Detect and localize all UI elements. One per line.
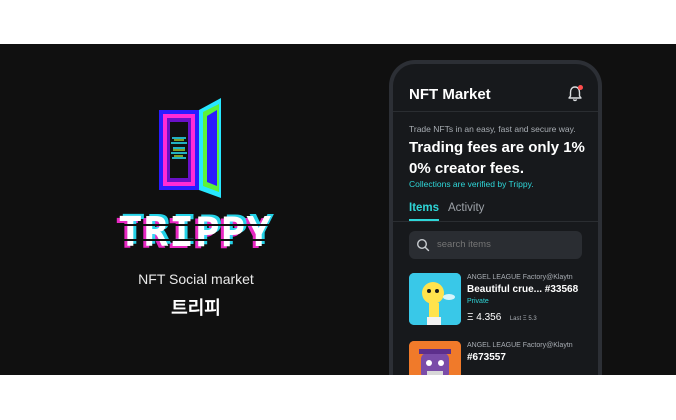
search-bar[interactable] [409,231,582,259]
list-item[interactable]: ANGEL LEAGUE Factory@Klaytn #673557 [409,341,589,375]
fees-headline: Trading fees are only 1% 0% creator fees… [409,139,585,177]
search-input[interactable] [437,239,577,250]
status-badge: Private [467,298,489,305]
promo-banner: TRIPPY TRIPPY TRIPPY NFT Social market 트… [0,44,676,375]
trippy-wordmark: TRIPPY TRIPPY TRIPPY [84,208,306,256]
tab-items[interactable]: Items [409,202,440,221]
phone-mockup: NFT Market Trade NFTs in an easy, fast a… [389,60,602,375]
app-screen: NFT Market Trade NFTs in an easy, fast a… [393,64,598,375]
collection-name: ANGEL LEAGUE Factory@Klaytn [467,342,573,349]
search-icon [416,238,430,252]
nft-thumbnail [409,341,461,375]
last-sale-price: Last Ξ 5.3 [509,316,537,322]
collection-name: ANGEL LEAGUE Factory@Klaytn [467,274,573,281]
korean-brand-name: 트리피 [171,298,221,319]
notification-dot [578,85,583,90]
verified-note: Collections are verified by Trippy. [409,179,534,189]
nft-price: Ξ 4.356 [467,312,502,323]
tab-bar: Items Activity [393,200,598,222]
nft-thumbnail [409,273,461,325]
trippy-logo-icon [159,98,221,198]
wordmark-text: TRIPPY [117,208,273,256]
page-title: NFT Market [409,86,491,103]
nft-name: #673557 [467,352,506,363]
nft-name: Beautiful crue... #33568 [467,284,579,295]
list-item[interactable]: ANGEL LEAGUE Factory@Klaytn Beautiful cr… [409,273,589,325]
tagline: NFT Social market [138,271,254,287]
app-header: NFT Market [393,64,598,112]
intro-text: Trade NFTs in an easy, fast and secure w… [409,124,576,134]
tab-activity[interactable]: Activity [448,202,484,214]
